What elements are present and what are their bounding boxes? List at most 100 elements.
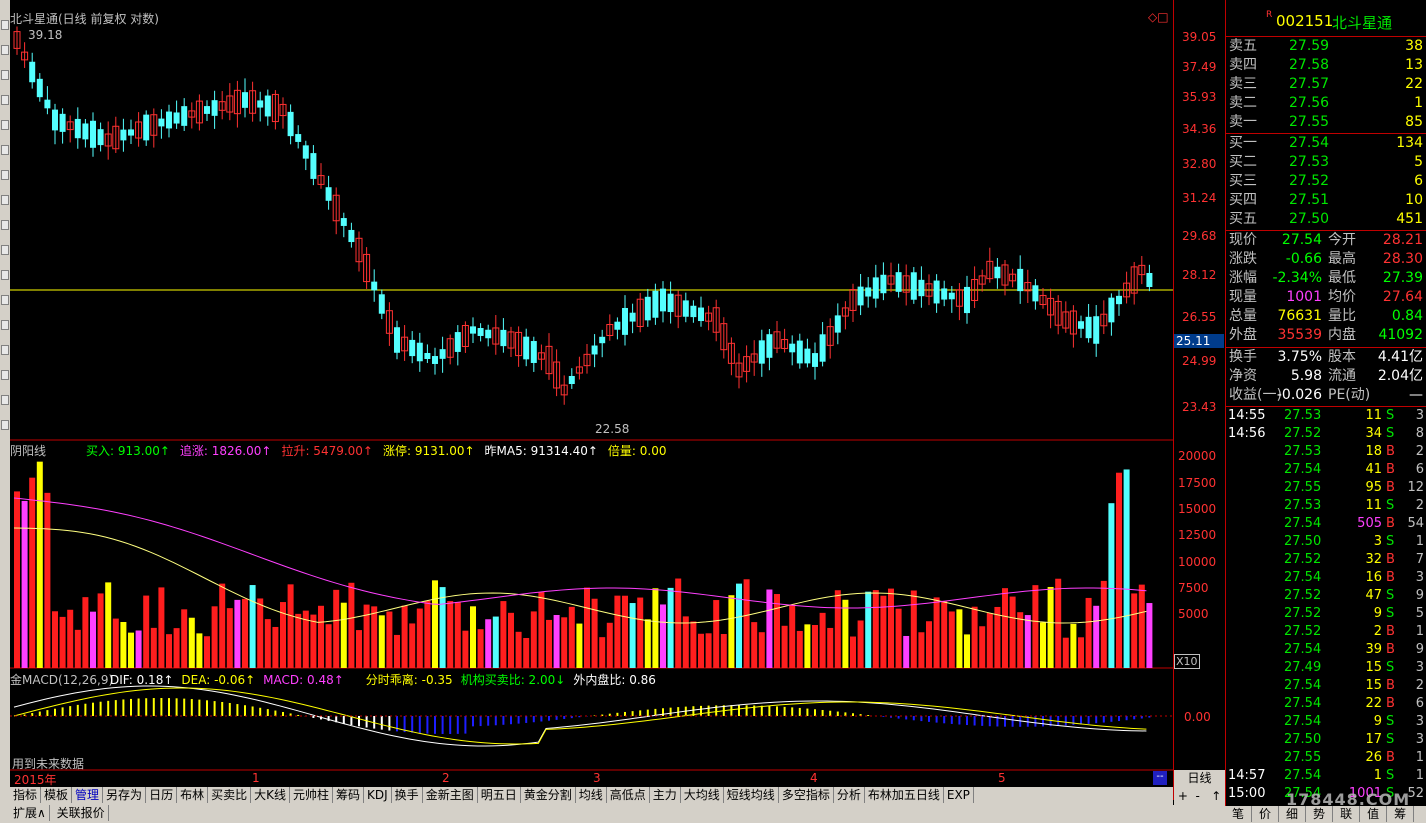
bid-row[interactable]: 买三 27.52 6 — [1229, 172, 1425, 191]
toolbar-button[interactable] — [1, 270, 9, 280]
macd-indicator-name[interactable]: 金MACD(12,26,9) — [10, 671, 113, 688]
macd-bar — [396, 716, 398, 732]
ask-row[interactable]: 卖三 27.57 22 — [1229, 75, 1425, 94]
volume-bar — [416, 608, 423, 668]
ask-row[interactable]: 卖四 27.58 13 — [1229, 56, 1425, 75]
volume-bar — [150, 627, 157, 668]
volume-indicator-name[interactable]: 阴阳线 — [10, 442, 46, 459]
ask-row[interactable]: 卖二 27.56 1 — [1229, 94, 1425, 113]
chart-canvas[interactable] — [10, 0, 1173, 787]
fundamental-label: PE(动) — [1328, 387, 1371, 403]
panel-tab[interactable]: 筹 — [1387, 806, 1415, 822]
toolbar-button[interactable] — [1, 195, 9, 205]
candle-body — [872, 277, 879, 299]
indicator-tab[interactable]: 元帅柱 — [290, 787, 333, 803]
tick-list[interactable]: 14:55 27.53 11 S 3 14:56 27.52 34 S 8 27.53 18 B 2 27.… — [1226, 407, 1426, 805]
indicator-tab[interactable]: 布林加五日线 — [865, 787, 944, 803]
toolbar-button[interactable] — [1, 420, 9, 430]
macd-bar — [312, 716, 315, 718]
volume-bar — [576, 623, 583, 668]
bid-row[interactable]: 买二 27.53 5 — [1229, 153, 1425, 172]
indicator-tab[interactable]: 日历 — [146, 787, 178, 803]
bid-row[interactable]: 买四 27.51 10 — [1229, 191, 1425, 210]
candle-body — [918, 279, 925, 297]
level-volume: 451 — [1396, 211, 1423, 227]
toolbar-button[interactable] — [1, 120, 9, 130]
toolbar-button[interactable] — [1, 395, 9, 405]
volume-bar — [105, 582, 112, 668]
indicator-tab[interactable]: 短线均线 — [724, 787, 779, 803]
indicator-tab[interactable]: 高低点 — [607, 787, 650, 803]
indicator-tab[interactable]: 另存为 — [103, 787, 147, 803]
indicator-tab[interactable]: 管理 — [72, 787, 104, 803]
indicator-tab[interactable]: 明五日 — [478, 787, 521, 803]
indicator-tab[interactable]: 大均线 — [681, 787, 724, 803]
volume-bar — [14, 491, 20, 668]
zoom-controls[interactable]: + - ↑ — [1174, 787, 1225, 805]
indicator-tab[interactable]: 买卖比 — [208, 787, 252, 803]
expand-button[interactable]: 扩展∧ — [10, 805, 50, 821]
bid-row[interactable]: 买一 27.54 134 — [1229, 134, 1425, 153]
indicator-tab[interactable]: 换手 — [392, 787, 423, 803]
indicator-tab[interactable]: 多空指标 — [779, 787, 834, 803]
indicator-tab[interactable]: 指标 — [10, 787, 42, 803]
ask-row[interactable]: 卖一 27.55 85 — [1229, 113, 1425, 132]
indicator-tab[interactable]: 布林 — [177, 787, 209, 803]
related-quote-button[interactable]: 关联报价 — [54, 805, 109, 821]
macd-bar — [487, 716, 490, 726]
price-axis-label: 39.05 — [1182, 30, 1217, 44]
macd-bar — [494, 716, 497, 726]
toolbar-button[interactable] — [1, 95, 9, 105]
volume-bar — [804, 624, 811, 668]
ask-row[interactable]: 卖五 27.59 38 — [1229, 37, 1425, 56]
toolbar-button[interactable] — [1, 70, 9, 80]
candle-body — [941, 288, 948, 300]
toolbar-button[interactable] — [1, 370, 9, 380]
time-axis-label: 2 — [442, 771, 450, 785]
period-selector[interactable]: 日线 — [1174, 770, 1225, 787]
toolbar-button[interactable] — [1, 45, 9, 55]
macd-indicator-values: DIF: 0.18↑ DEA: -0.06↑ MACD: 0.48↑ 分时乖离: -0… — [110, 671, 664, 688]
scroll-button[interactable]: -- — [1153, 771, 1167, 785]
corner-icons[interactable]: ◇□ — [1148, 10, 1169, 24]
panel-tab[interactable]: 细 — [1279, 806, 1307, 822]
quote-value: 76631 — [1277, 308, 1322, 324]
tick-count: 3 — [1415, 732, 1424, 747]
indicator-tab[interactable]: 金新主图 — [423, 787, 478, 803]
volume-bar — [1085, 597, 1092, 668]
volume-bar — [568, 606, 575, 668]
indicator-tab[interactable]: 分析 — [834, 787, 865, 803]
panel-tab[interactable]: 价 — [1252, 806, 1280, 822]
macd-bar — [532, 716, 535, 723]
indicator-tab[interactable]: 黄金分割 — [521, 787, 576, 803]
toolbar-button[interactable] — [1, 245, 9, 255]
indicator-tab[interactable]: 均线 — [576, 787, 607, 803]
level-label: 卖五 — [1229, 38, 1257, 54]
panel-tab[interactable]: 值 — [1360, 806, 1388, 822]
indicator-tab[interactable]: EXP — [944, 787, 974, 803]
tick-price: 27.52 — [1284, 552, 1322, 567]
panel-tab[interactable]: 势 — [1306, 806, 1334, 822]
panel-tab[interactable]: 联 — [1333, 806, 1361, 822]
indicator-tab[interactable]: KDJ — [364, 787, 392, 803]
tick-side: B — [1386, 642, 1395, 657]
toolbar-button[interactable] — [1, 170, 9, 180]
candle-body — [287, 111, 294, 137]
quote-row: 现量 1001 均价 27.64 — [1229, 288, 1425, 307]
tick-price: 27.52 — [1284, 588, 1322, 603]
toolbar-button[interactable] — [1, 20, 9, 30]
toolbar-button[interactable] — [1, 345, 9, 355]
toolbar-button[interactable] — [1, 320, 9, 330]
indicator-tab[interactable]: 大K线 — [251, 787, 290, 803]
indicator-tab[interactable]: 筹码 — [333, 787, 365, 803]
indicator-tab[interactable]: 模板 — [41, 787, 73, 803]
panel-tab[interactable]: 笔 — [1225, 806, 1253, 822]
toolbar-button[interactable] — [1, 220, 9, 230]
macd-bar — [950, 716, 953, 724]
bid-row[interactable]: 买五 27.50 451 — [1229, 210, 1425, 229]
indicator-tab[interactable]: 主力 — [650, 787, 681, 803]
toolbar-button[interactable] — [1, 295, 9, 305]
toolbar-button[interactable] — [1, 145, 9, 155]
tick-volume: 95 — [1365, 480, 1382, 495]
price-axis-label: 35.93 — [1182, 90, 1217, 104]
